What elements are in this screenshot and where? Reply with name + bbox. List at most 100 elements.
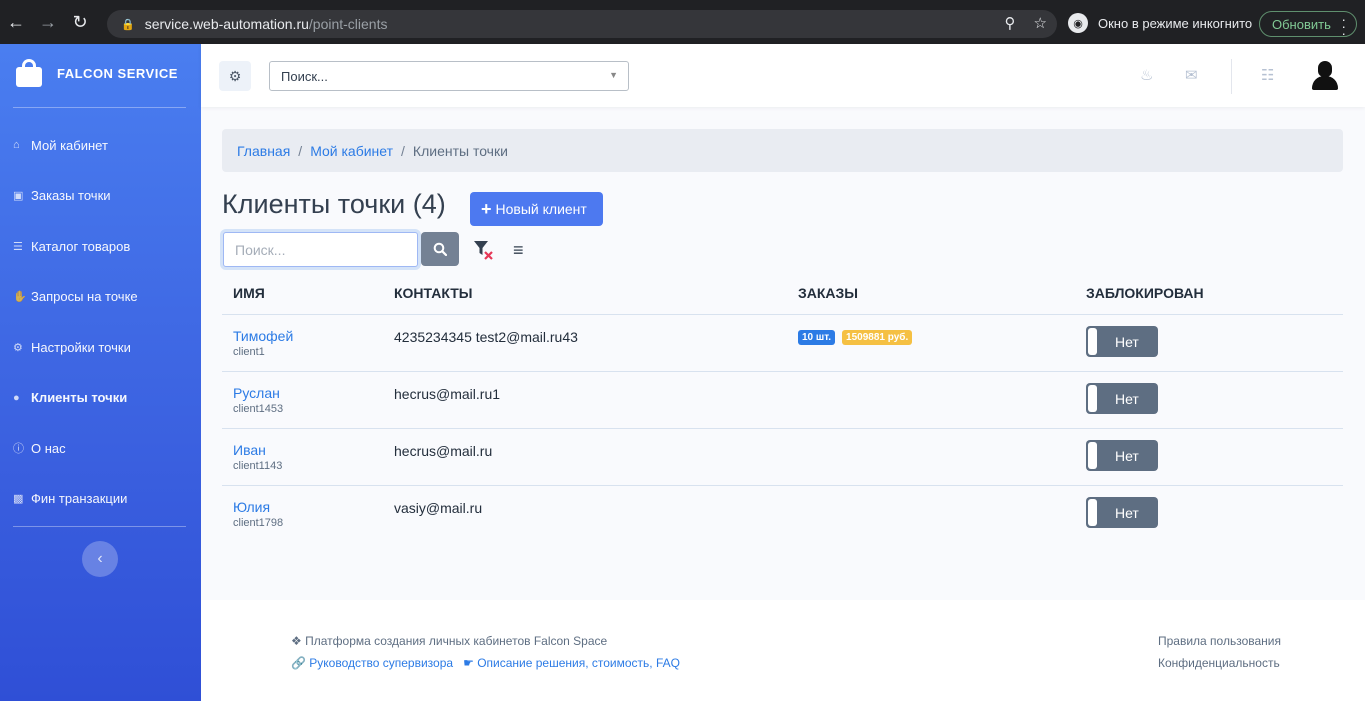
client-contacts: hecrus@mail.ru <box>394 443 493 459</box>
user-avatar[interactable] <box>1311 61 1339 91</box>
blocked-toggle-label: Нет <box>1115 448 1139 464</box>
link-icon: 🔗 <box>291 656 306 670</box>
sidebar-item-label: Каталог товаров <box>31 238 131 254</box>
search-icon <box>433 242 447 256</box>
sidebar-item-label: Запросы на точке <box>31 289 138 305</box>
mail-icon[interactable]: ✉ <box>1185 66 1198 84</box>
client-login: client1453 <box>233 403 284 415</box>
sidebar-item-requests[interactable]: ✋ Запросы на точке <box>13 272 193 323</box>
footer-platform[interactable]: ❖ Платформа создания личных кабинетов Fa… <box>291 634 680 648</box>
sidebar-item-label: Заказы точки <box>31 188 111 204</box>
footer-guide-text: Руководство супервизора <box>309 656 454 670</box>
clear-filter-icon[interactable] <box>473 240 495 260</box>
orders-count-badge: 10 шт. <box>798 330 836 345</box>
clients-search-placeholder: Поиск... <box>235 241 286 258</box>
footer-platform-text: Платформа создания личных кабинетов Falc… <box>305 634 608 648</box>
sidebar-item-label: Мой кабинет <box>31 137 108 153</box>
client-name-link[interactable]: Иван <box>233 442 282 458</box>
bell-icon[interactable]: ♨ <box>1140 66 1153 84</box>
footer-description-link[interactable]: ☛ Описание решения, стоимость, FAQ <box>463 656 680 670</box>
sidebar-item-settings[interactable]: ⚙ Настройки точки <box>13 322 193 373</box>
pointing-hand-icon: ☛ <box>463 656 474 670</box>
sidebar-item-clients[interactable]: ● Клиенты точки <box>13 373 193 424</box>
client-name-link[interactable]: Тимофей <box>233 328 293 344</box>
sidebar-item-orders[interactable]: ▣ Заказы точки <box>13 171 193 222</box>
lock-icon: 🔒 <box>121 18 135 31</box>
sidebar-item-label: Настройки точки <box>31 339 131 355</box>
breadcrumb: Главная / Мой кабинет / Клиенты точки <box>222 129 1343 172</box>
settings-button[interactable]: ⚙ <box>219 61 251 91</box>
clients-count: (4) <box>412 189 446 219</box>
reload-icon[interactable]: ↻ <box>64 0 96 44</box>
brand[interactable]: FALCON SERVICE <box>15 58 178 88</box>
plus-icon: + <box>481 198 492 219</box>
chevron-down-icon: ▼ <box>609 70 618 80</box>
sidebar-item-about[interactable]: ⓘ О нас <box>13 423 193 474</box>
blocked-toggle-label: Нет <box>1115 334 1139 350</box>
global-search-select[interactable]: Поиск... ▼ <box>269 61 629 91</box>
footer-guide-link[interactable]: 🔗 Руководство супервизора <box>291 656 453 670</box>
sidebar-item-label: Клиенты точки <box>31 390 128 406</box>
shopping-bag-logo-icon <box>15 58 43 88</box>
incognito-label: Окно в режиме инкогнито <box>1098 15 1253 31</box>
header-contacts[interactable]: КОНТАКТЫ <box>394 285 472 301</box>
address-bar[interactable]: 🔒 service.web-automation.ru/point-client… <box>107 10 1057 38</box>
info-icon: ⓘ <box>13 443 24 456</box>
update-label: Обновить <box>1272 16 1331 32</box>
clients-table: ИМЯ КОНТАКТЫ ЗАКАЗЫ ЗАБЛОКИРОВАН Тимофей… <box>222 272 1343 543</box>
orders-sum-badge: 1509881 руб. <box>842 330 913 345</box>
new-client-label: Новый клиент <box>495 201 587 217</box>
forward-icon[interactable]: → <box>32 0 64 44</box>
kebab-menu-icon[interactable]: · · · <box>1341 12 1346 40</box>
client-contacts: vasiy@mail.ru <box>394 500 483 516</box>
footer-privacy-link[interactable]: Конфиденциальность <box>1158 656 1281 670</box>
incognito-icon: ◉ <box>1068 13 1088 33</box>
breadcrumb-home-link[interactable]: Главная <box>237 143 290 159</box>
table-row: Юлия client1798 vasiy@mail.ru Нет <box>222 486 1343 543</box>
bird-icon: ❖ <box>291 634 302 648</box>
columns-menu-icon[interactable]: ≡ <box>513 240 524 261</box>
back-icon[interactable]: ← <box>0 0 32 44</box>
client-name-link[interactable]: Руслан <box>233 385 283 401</box>
incognito-indicator[interactable]: ◉ Окно в режиме инкогнито <box>1068 13 1252 33</box>
update-button[interactable]: Обновить · · · <box>1259 11 1357 40</box>
blocked-toggle[interactable]: Нет <box>1086 326 1158 357</box>
blocked-toggle-label: Нет <box>1115 505 1139 521</box>
blocked-toggle[interactable]: Нет <box>1086 383 1158 414</box>
sidebar-item-label: Фин транзакции <box>31 491 128 507</box>
zoom-icon[interactable]: ⚲ <box>1005 14 1016 32</box>
breadcrumb-cabinet-link[interactable]: Мой кабинет <box>310 143 393 159</box>
client-login: client1143 <box>233 460 283 472</box>
money-icon: ▩ <box>13 493 24 506</box>
clients-search-input[interactable]: Поиск... <box>223 232 418 267</box>
client-login: client1798 <box>233 517 284 529</box>
footer-terms-link[interactable]: Правила пользования <box>1158 634 1281 648</box>
chevron-left-icon: ‹ <box>97 550 103 567</box>
blocked-toggle-label: Нет <box>1115 391 1139 407</box>
sidebar-item-transactions[interactable]: ▩ Фин транзакции <box>13 474 193 525</box>
blocked-toggle[interactable]: Нет <box>1086 440 1158 471</box>
search-button[interactable] <box>421 232 459 266</box>
header-orders[interactable]: ЗАКАЗЫ <box>798 285 858 301</box>
client-orders: 10 шт. 1509881 руб. <box>798 330 913 345</box>
bag-icon: ▣ <box>13 190 24 203</box>
client-name-link[interactable]: Юлия <box>233 499 283 515</box>
header-name[interactable]: ИМЯ <box>233 285 265 301</box>
table-row: Руслан client1453 hecrus@mail.ru1 Нет <box>222 372 1343 429</box>
hand-icon: ✋ <box>13 291 27 304</box>
header-blocked[interactable]: ЗАБЛОКИРОВАН <box>1086 285 1204 301</box>
blocked-toggle[interactable]: Нет <box>1086 497 1158 528</box>
brand-name: FALCON SERVICE <box>57 65 178 81</box>
sidebar-item-catalog[interactable]: ☰ Каталог товаров <box>13 221 193 272</box>
url-host: service.web-automation.ru <box>144 16 309 32</box>
collapse-sidebar-button[interactable]: ‹ <box>82 541 118 577</box>
breadcrumb-separator: / <box>298 142 303 159</box>
coins-icon[interactable]: ☷ <box>1261 66 1274 84</box>
bookmark-star-icon[interactable]: ☆ <box>1034 14 1047 32</box>
sidebar-item-cabinet[interactable]: ⌂ Мой кабинет <box>13 120 193 171</box>
footer: ❖ Платформа создания личных кабинетов Fa… <box>201 600 1365 701</box>
new-client-button[interactable]: + Новый клиент <box>470 192 603 226</box>
footer-description-text: Описание решения, стоимость, FAQ <box>477 656 680 670</box>
global-search-placeholder: Поиск... <box>281 68 328 84</box>
top-header: ⚙ Поиск... ▼ ♨ ✉ ☷ <box>201 44 1365 107</box>
